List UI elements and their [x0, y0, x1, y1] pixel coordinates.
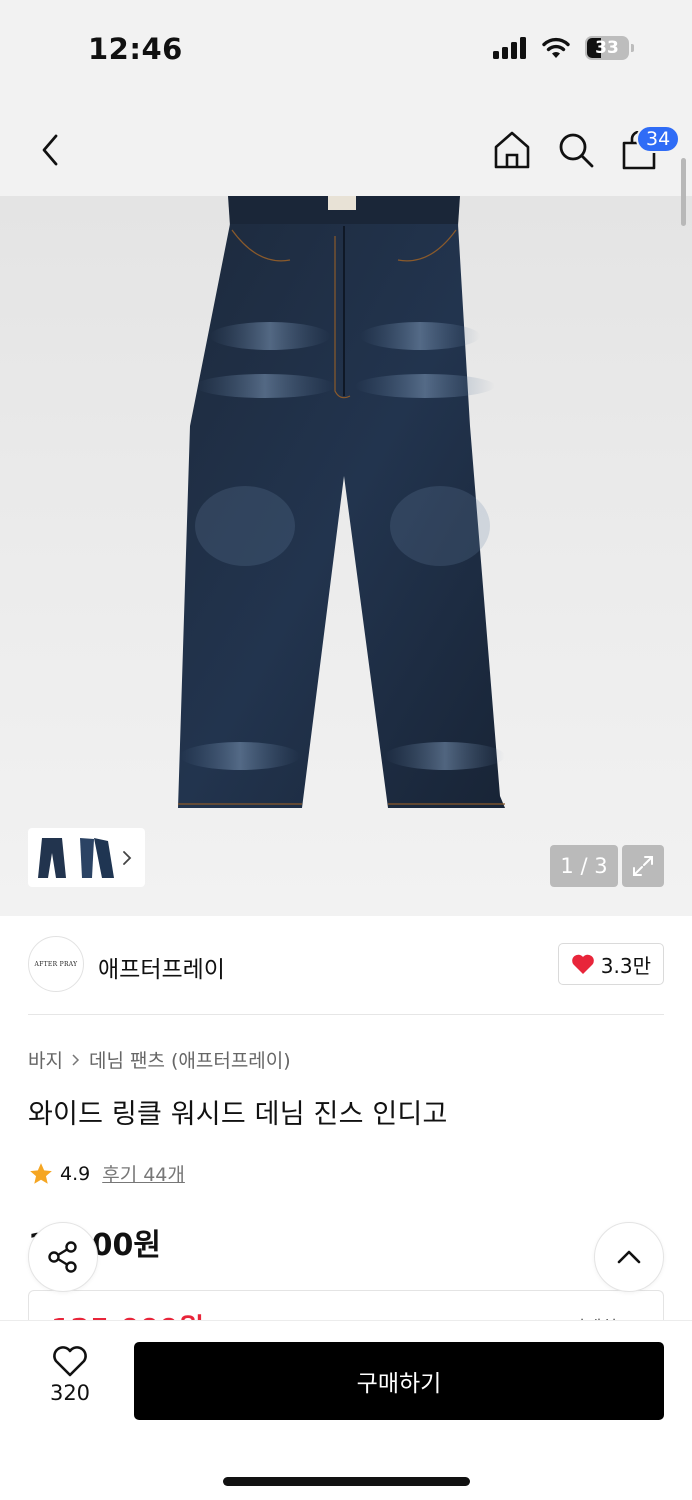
search-button[interactable] — [552, 126, 600, 174]
thumbnail-strip[interactable] — [28, 828, 145, 887]
breadcrumb-item-category[interactable]: 바지 — [28, 1046, 63, 1073]
home-icon — [494, 131, 530, 169]
scroll-top-button[interactable] — [594, 1222, 664, 1292]
thumbnail-image — [38, 837, 114, 878]
battery-level: 33 — [595, 38, 619, 58]
wishlist-button[interactable]: 320 — [40, 1345, 100, 1405]
status-bar: 12:46 33 — [0, 0, 692, 100]
wifi-icon — [542, 37, 570, 58]
expand-button[interactable] — [622, 845, 664, 887]
brand-logo[interactable]: AFTER PRAY — [28, 936, 84, 992]
cart-count-badge: 34 — [636, 125, 681, 153]
battery-tip — [631, 44, 634, 52]
heart-filled-icon — [571, 954, 594, 974]
bottom-action-bar: 320 구매하기 — [0, 1320, 692, 1500]
battery-indicator: 33 — [585, 36, 629, 60]
status-icons: 33 — [493, 36, 634, 60]
back-button[interactable] — [26, 124, 74, 176]
divider — [28, 1014, 664, 1015]
brand-row[interactable]: AFTER PRAY 애프터프레이 3.3만 — [28, 936, 664, 996]
scroll-indicator[interactable] — [681, 158, 686, 226]
product-image-gallery[interactable] — [0, 196, 692, 916]
chevron-left-icon — [42, 134, 58, 166]
search-icon — [559, 133, 594, 168]
heart-outline-icon — [53, 1346, 87, 1377]
product-image — [178, 196, 505, 808]
brand-name[interactable]: 애프터프레이 — [98, 950, 225, 984]
buy-button[interactable]: 구매하기 — [134, 1342, 664, 1420]
rating-score: 4.9 — [60, 1162, 91, 1185]
wishlist-count: 320 — [49, 1381, 91, 1405]
brand-like-button[interactable]: 3.3만 — [557, 943, 664, 985]
brand-like-count: 3.3만 — [600, 953, 651, 978]
image-counter: 1 / 3 — [550, 845, 618, 887]
cellular-signal-icon — [493, 37, 526, 59]
chevron-right-icon — [72, 1053, 80, 1066]
chevron-up-icon — [617, 1250, 641, 1264]
share-icon — [48, 1241, 77, 1273]
product-title: 와이드 링클 워시드 데님 진스 인디고 — [28, 1099, 448, 1130]
breadcrumb-item-subcategory[interactable]: 데님 팬츠 (애프터프레이) — [89, 1046, 291, 1073]
chevron-right-icon — [123, 850, 132, 865]
status-time: 12:46 — [88, 32, 183, 66]
breadcrumb: 바지 데님 팬츠 (애프터프레이) — [28, 1046, 291, 1073]
share-button[interactable] — [28, 1222, 98, 1292]
expand-icon — [633, 856, 653, 876]
brand-logo-text: AFTER PRAY — [34, 960, 78, 968]
star-icon — [30, 1162, 52, 1184]
rating-row: 4.9 후기 44개 — [28, 1160, 185, 1187]
review-count-link[interactable]: 후기 44개 — [102, 1160, 185, 1187]
home-indicator[interactable] — [223, 1477, 470, 1486]
home-button[interactable] — [488, 126, 536, 174]
